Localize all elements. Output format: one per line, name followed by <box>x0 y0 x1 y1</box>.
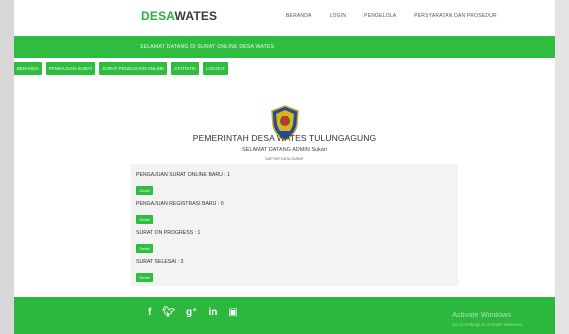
site-brand[interactable]: DESAWATES <box>141 9 217 23</box>
menu-statistik-button[interactable]: STATISTIK <box>171 62 200 75</box>
page: DESAWATES BERANDA LOGIN PENGELOLA PERSYA… <box>14 0 555 334</box>
welcome-bar: SELAMAT DATANG DI SURAT ONLINE DESA WATE… <box>14 36 555 58</box>
brand-part-wates: WATES <box>174 9 218 23</box>
nav-pengelola[interactable]: PENGELOLA <box>364 13 396 19</box>
menu-beranda-button[interactable]: BERANDA <box>14 62 42 75</box>
stat-on-progress-label: SURAT ON PROGRESS : 1 <box>136 230 201 236</box>
brand-part-desa: DESA <box>141 9 175 23</box>
stat-on-progress-detail-button[interactable]: Detail <box>136 244 153 253</box>
page-title: PEMERINTAH DESA WATES TULUNGAGUNG <box>192 133 377 143</box>
left-frame <box>0 0 14 334</box>
welcome-text: SELAMAT DATANG DI SURAT ONLINE DESA WATE… <box>140 44 275 50</box>
social-links: f 🐦︎ g⁺ in ▣ <box>148 307 238 319</box>
activate-windows-title: Activate Windows <box>452 310 512 319</box>
nav-beranda[interactable]: BERANDA <box>286 13 312 19</box>
google-plus-icon[interactable]: g⁺ <box>186 307 197 319</box>
menu-logout-button[interactable]: LOGOUT <box>203 62 229 75</box>
stat-registrasi-baru-detail-button[interactable]: Detail <box>136 215 153 224</box>
stat-selesai-label: SURAT SELESAI : 3 <box>136 259 184 265</box>
stat-online-baru-label: PENGAJUAN SURAT ONLINE BARU : 1 <box>136 172 231 178</box>
linkedin-icon[interactable]: in <box>208 307 217 319</box>
stat-online-baru-detail-button[interactable]: Detail <box>136 186 153 195</box>
section-subtitle: DAFTAR DATA SURAT <box>265 157 304 161</box>
facebook-icon[interactable]: f <box>148 307 151 319</box>
nav-login[interactable]: LOGIN <box>330 13 347 19</box>
top-navbar: DESAWATES BERANDA LOGIN PENGELOLA PERSYA… <box>14 0 555 36</box>
menu-pengajuan-online-button[interactable]: SURAT PENGAJUAN ONLINE <box>99 62 168 75</box>
stat-selesai-detail-button[interactable]: Detail <box>136 273 153 282</box>
twitter-icon[interactable]: 🐦︎ <box>162 307 175 319</box>
nav-persyaratan[interactable]: PERSYARATAN DAN PROSEDUR <box>414 13 497 19</box>
stat-registrasi-baru-label: PENGAJUAN REGISTRASI BARU : 0 <box>136 201 224 207</box>
top-nav: BERANDA LOGIN PENGELOLA PERSYARATAN DAN … <box>286 13 515 19</box>
admin-greeting: SELAMAT DATANG ADMIN Sukari <box>242 147 327 153</box>
activate-windows-subtitle: Go to Settings to activate Windows. <box>452 322 524 327</box>
admin-menu: BERANDA PENGAJUAN SURAT SURAT PENGAJUAN … <box>14 62 229 75</box>
youtube-icon[interactable]: ▣ <box>228 307 237 319</box>
stats-panel: PENGAJUAN SURAT ONLINE BARU : 1 Detail P… <box>131 164 458 286</box>
right-frame <box>555 0 569 334</box>
menu-pengajuan-surat-button[interactable]: PENGAJUAN SURAT <box>45 62 96 75</box>
